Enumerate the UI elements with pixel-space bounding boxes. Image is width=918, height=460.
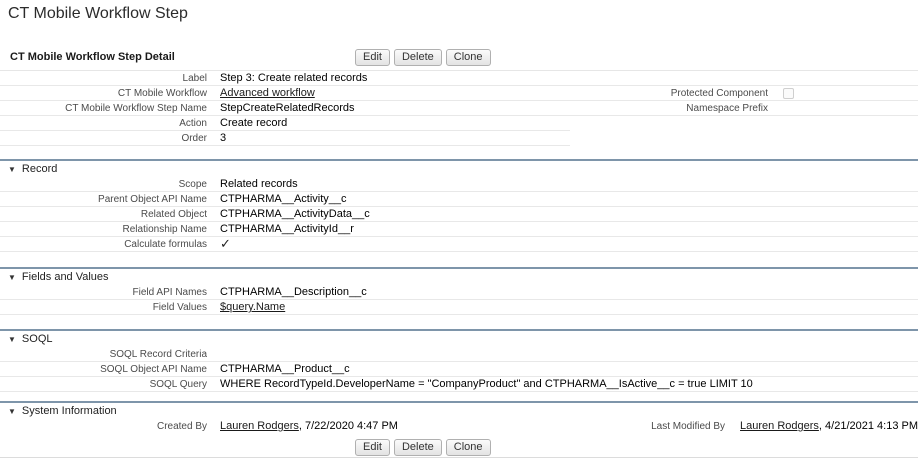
field-label: CT Mobile Workflow: [117, 88, 207, 99]
table-row: Field API Names CTPHARMA__Description__c: [0, 285, 918, 300]
bottom-button-group: Edit Delete Clone: [355, 439, 495, 456]
field-label: SOQL Object API Name: [100, 364, 207, 375]
collapse-icon[interactable]: ▼: [8, 407, 16, 416]
section-title: SOQL: [21, 333, 53, 345]
fields-and-values-section: ▼ Fields and Values Field API Names CTPHA…: [0, 267, 918, 315]
collapse-icon[interactable]: ▼: [8, 273, 16, 282]
field-value: Related records: [220, 178, 298, 190]
page-title: CT Mobile Workflow Step: [8, 5, 188, 22]
field-label: Protected Component: [670, 88, 768, 99]
field-label: SOQL Record Criteria: [109, 349, 207, 360]
checked-checkbox-icon: ✓: [220, 236, 231, 251]
record-section: ▼ Record Scope Related records Parent Obj…: [0, 159, 918, 252]
field-label: Related Object: [140, 209, 207, 220]
table-row: Action Create record: [0, 116, 918, 131]
page-bottom-divider: [0, 457, 918, 458]
page: CT Mobile Workflow Step CT Mobile Workfl…: [0, 0, 918, 460]
field-label: CT Mobile Workflow Step Name: [65, 103, 207, 114]
field-value: CTPHARMA__Description__c: [220, 286, 367, 298]
table-row: SOQL Query WHERE RecordTypeId.DeveloperN…: [0, 377, 918, 392]
field-value: StepCreateRelatedRecords: [220, 102, 355, 114]
last-modified-by-link[interactable]: Lauren Rodgers: [740, 420, 819, 432]
field-value: [768, 101, 783, 115]
field-label: Scope: [178, 179, 207, 190]
field-value: [207, 347, 220, 361]
table-row: Parent Object API Name CTPHARMA__Activit…: [0, 192, 918, 207]
protected-component-checkbox[interactable]: [783, 88, 794, 99]
delete-button[interactable]: Delete: [393, 439, 442, 456]
field-label: SOQL Query: [149, 379, 207, 390]
field-label: Parent Object API Name: [98, 194, 207, 205]
field-value: CTPHARMA__Product__c: [220, 363, 350, 375]
clone-button[interactable]: Clone: [445, 49, 491, 66]
field-value: 3: [220, 132, 227, 144]
collapse-icon[interactable]: ▼: [8, 335, 16, 344]
soql-section: ▼ SOQL SOQL Record Criteria SOQL Object A…: [0, 329, 918, 392]
field-label: Label: [182, 73, 207, 84]
table-row: CT Mobile Workflow Advanced workflow Pro…: [0, 86, 918, 101]
section-title: Fields and Values: [21, 271, 109, 283]
delete-button[interactable]: Delete: [393, 49, 442, 66]
table-row: Label Step 3: Create related records: [0, 71, 918, 86]
table-row: Field Values $query.Name: [0, 300, 918, 315]
field-value: Create record: [220, 117, 288, 129]
last-modified-by-date: , 4/21/2021 4:13 PM: [818, 420, 918, 432]
overview-table: Label Step 3: Create related records CT …: [0, 70, 918, 146]
table-row: CT Mobile Workflow Step Name StepCreateR…: [0, 101, 918, 116]
field-value: CTPHARMA__ActivityId__r: [220, 223, 354, 235]
collapse-icon[interactable]: ▼: [8, 165, 16, 174]
field-value: CTPHARMA__ActivityData__c: [220, 208, 370, 220]
created-by-date: , 7/22/2020 4:47 PM: [298, 420, 398, 432]
field-label: Namespace Prefix: [686, 103, 768, 114]
field-label: Field API Names: [132, 287, 207, 298]
table-row: SOQL Record Criteria: [0, 347, 918, 362]
field-label: Relationship Name: [122, 224, 208, 235]
created-by-link[interactable]: Lauren Rodgers: [220, 420, 299, 432]
field-values-link[interactable]: $query.Name: [220, 301, 285, 313]
table-row: Relationship Name CTPHARMA__ActivityId__…: [0, 222, 918, 237]
section-title: Record: [21, 163, 58, 175]
field-label: Calculate formulas: [124, 239, 207, 250]
edit-button[interactable]: Edit: [355, 439, 390, 456]
field-value: CTPHARMA__Activity__c: [220, 193, 347, 205]
table-row: Related Object CTPHARMA__ActivityData__c: [0, 207, 918, 222]
field-label: Action: [179, 118, 207, 129]
table-row: Scope Related records: [0, 177, 918, 192]
table-row: Calculate formulas ✓: [0, 237, 918, 252]
field-label: Field Values: [152, 302, 207, 313]
table-row: Order 3: [0, 131, 918, 146]
clone-button[interactable]: Clone: [445, 439, 491, 456]
edit-button[interactable]: Edit: [355, 49, 390, 66]
advanced-workflow-link[interactable]: Advanced workflow: [220, 87, 315, 99]
section-title: System Information: [21, 405, 117, 417]
table-row: SOQL Object API Name CTPHARMA__Product__…: [0, 362, 918, 377]
field-label: Last Modified By: [651, 421, 726, 432]
top-button-group: Edit Delete Clone: [355, 49, 495, 66]
detail-section-title: CT Mobile Workflow Step Detail: [10, 51, 175, 63]
table-row: Created By Lauren Rodgers, 7/22/2020 4:4…: [0, 419, 918, 434]
field-value: WHERE RecordTypeId.DeveloperName = "Comp…: [220, 378, 753, 390]
field-value: Step 3: Create related records: [220, 72, 368, 84]
system-information-section: ▼ System Information Created By Lauren Ro…: [0, 401, 918, 434]
field-label: Created By: [156, 421, 207, 432]
field-label: Order: [181, 133, 207, 144]
